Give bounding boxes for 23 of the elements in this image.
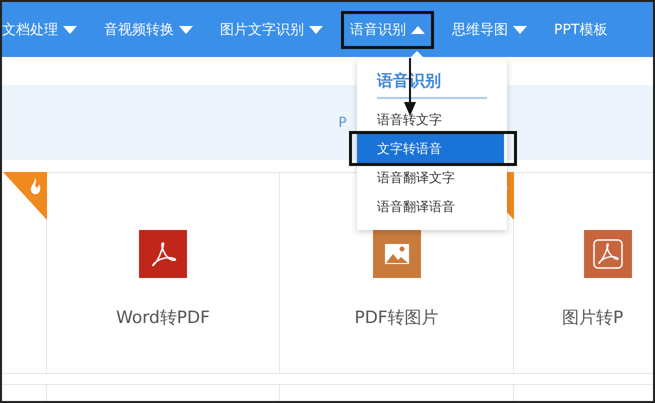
- nav-menu-item[interactable]: 音视频转换: [95, 10, 202, 48]
- nav-menu-item[interactable]: 语音识别: [341, 10, 434, 48]
- nav-menu-item[interactable]: 图片文字识别: [211, 10, 332, 48]
- pdf-icon: [584, 230, 632, 278]
- caret-down-icon: [179, 26, 193, 34]
- card-label: Word转PDF: [116, 307, 210, 329]
- nav-menu-item[interactable]: 文档处理: [2, 10, 86, 48]
- card-label: PDF转图片: [354, 307, 439, 329]
- caret-down-icon: [309, 26, 323, 34]
- pdf-icon: [139, 230, 187, 278]
- menu-item[interactable]: 文字转语音: [357, 134, 504, 163]
- card-label: 图片转P: [562, 307, 624, 329]
- menu-item[interactable]: 语音翻译语音: [357, 192, 504, 221]
- tool-card[interactable]: Word转PDF: [47, 173, 280, 373]
- caret-up-icon: [411, 26, 425, 34]
- nav-menu-item[interactable]: PPT模板: [545, 10, 616, 48]
- banner-text: P: [338, 114, 347, 130]
- nav-menu-item[interactable]: 思维导图: [443, 10, 536, 48]
- tool-card[interactable]: [2, 173, 47, 373]
- caret-down-icon: [513, 26, 527, 34]
- tool-card[interactable]: 图片转P: [514, 173, 653, 373]
- caret-down-icon: [63, 26, 77, 34]
- menu-item[interactable]: 语音转文字: [357, 105, 504, 134]
